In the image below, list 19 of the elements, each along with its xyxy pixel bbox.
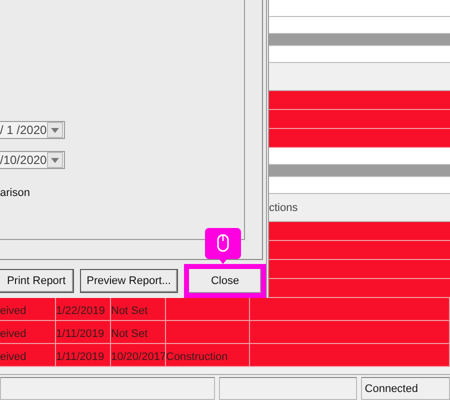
column-header: ctions bbox=[269, 202, 298, 214]
table-cell: eived bbox=[0, 298, 56, 320]
dropdown-arrow-icon bbox=[51, 158, 59, 162]
close-button[interactable]: Close bbox=[189, 269, 261, 293]
table-cell: 1/11/2019 bbox=[56, 344, 111, 366]
date-field[interactable]: / 1 /2020 bbox=[0, 121, 65, 139]
table-cell: Construction bbox=[166, 344, 250, 366]
print-report-button[interactable]: Print Report bbox=[0, 269, 74, 293]
table-cell: Not Set bbox=[111, 321, 166, 344]
table-cell: eived bbox=[0, 344, 56, 366]
date-field[interactable]: /10/2020 bbox=[0, 151, 65, 169]
table-cell: Not Set bbox=[111, 298, 166, 320]
preview-report-button[interactable]: Preview Report... bbox=[80, 269, 178, 293]
table-cell: 1/22/2019 bbox=[56, 298, 111, 320]
status-pane: Connected bbox=[360, 377, 450, 400]
table-cell: eived bbox=[0, 321, 56, 344]
option-label: arison bbox=[0, 187, 30, 199]
table-cell: 1/11/2019 bbox=[56, 321, 111, 344]
dropdown-arrow-icon bbox=[51, 128, 59, 132]
